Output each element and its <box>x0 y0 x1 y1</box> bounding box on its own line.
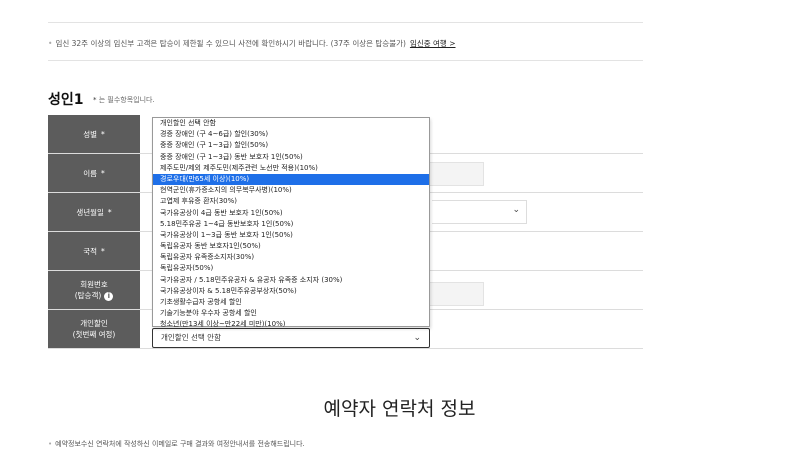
discount-option[interactable]: 중증 장애인 (구 1~3급) 할인(50%) <box>153 140 429 151</box>
birthdate-select[interactable]: ⌄ <box>432 200 527 224</box>
info-icon[interactable]: i <box>104 291 114 301</box>
discount-option[interactable]: 제주도민/제외 제주도민(제주관련 노선만 적용)(10%) <box>153 163 429 174</box>
discount-option[interactable]: 기초생활수급자 공항세 할인 <box>153 297 429 308</box>
chevron-down-icon: ⌄ <box>413 333 421 343</box>
contact-section-title: 예약자 연락처 정보 <box>323 398 476 420</box>
discount-select[interactable]: 개인할인 선택 안함 ⌄ <box>152 328 430 348</box>
pregnancy-travel-link[interactable]: 임신중 여행 > <box>410 39 456 48</box>
row-label-birthdate: 생년월일 * <box>48 193 140 231</box>
row-label-discount: 개인할인 (첫번째 여정) <box>48 310 140 348</box>
discount-options-list[interactable]: 개인할인 선택 안함 경증 장애인 (구 4~6급) 할인(30%) 중증 장애… <box>152 117 430 330</box>
discount-option[interactable]: 국가유공상이자 & 5.18민주유공부상자(50%) <box>153 286 429 297</box>
discount-option[interactable]: 현역군인(휴가증소지의 의무복무사병)(10%) <box>153 185 429 196</box>
discount-option-highlighted[interactable]: 경로우대(만65세 이상)(10%) <box>153 173 429 186</box>
row-label-member-number: 회원번호 (탑승객) i <box>48 271 140 309</box>
discount-option[interactable]: 중증 장애인 (구 1~3급) 동반 보호자 1인(50%) <box>153 152 429 163</box>
top-divider <box>48 22 643 23</box>
chevron-down-icon: ⌄ <box>512 205 520 215</box>
bullet: • <box>48 39 53 48</box>
row-label-name: 이름 * <box>48 154 140 192</box>
discount-option[interactable]: 국가유공자 / 5.18민주유공자 & 유공자 유족증 소지자 (30%) <box>153 275 429 286</box>
row-label-nationality: 국적 * <box>48 232 140 270</box>
passenger-section-title: 성인1 <box>48 92 84 108</box>
discount-option[interactable]: 5.18민주유공 1~4급 동반보호자 1인(50%) <box>153 219 429 230</box>
contact-note: • 예약정보수신 연락처에 작성하신 이메일로 구매 결과와 여정안내서를 전송해… <box>48 440 305 448</box>
discount-option[interactable]: 고엽제 후유증 환자(30%) <box>153 196 429 207</box>
discount-option[interactable]: 독립유공자(50%) <box>153 263 429 274</box>
discount-option[interactable]: 독립유공자 유족증소지자(30%) <box>153 252 429 263</box>
required-note: * 는 필수항목입니다. <box>93 96 155 104</box>
discount-option[interactable]: 독립유공자 동반 보호자1인(50%) <box>153 241 429 252</box>
discount-option[interactable]: 국가유공상이 1~3급 동반 보호자 1인(50%) <box>153 230 429 241</box>
notice-text: 임신 32주 이상의 임신부 고객은 탑승이 제한될 수 있으니 사전에 확인하… <box>55 39 406 48</box>
row-label-gender: 성별 * <box>48 115 140 153</box>
discount-option[interactable]: 청소년(만13세 이상~만22세 미만)(10%) <box>153 319 429 330</box>
discount-option[interactable]: 기술기능분야 우수자 공항세 할인 <box>153 308 429 319</box>
pregnancy-notice: • 임신 32주 이상의 임신부 고객은 탑승이 제한될 수 있으니 사전에 확인… <box>48 38 456 49</box>
discount-option[interactable]: 개인할인 선택 안함 <box>153 118 429 129</box>
discount-option[interactable]: 국가유공상이 4급 동반 보호자 1인(50%) <box>153 208 429 219</box>
discount-option[interactable]: 경증 장애인 (구 4~6급) 할인(30%) <box>153 129 429 140</box>
notice-divider <box>48 60 643 61</box>
